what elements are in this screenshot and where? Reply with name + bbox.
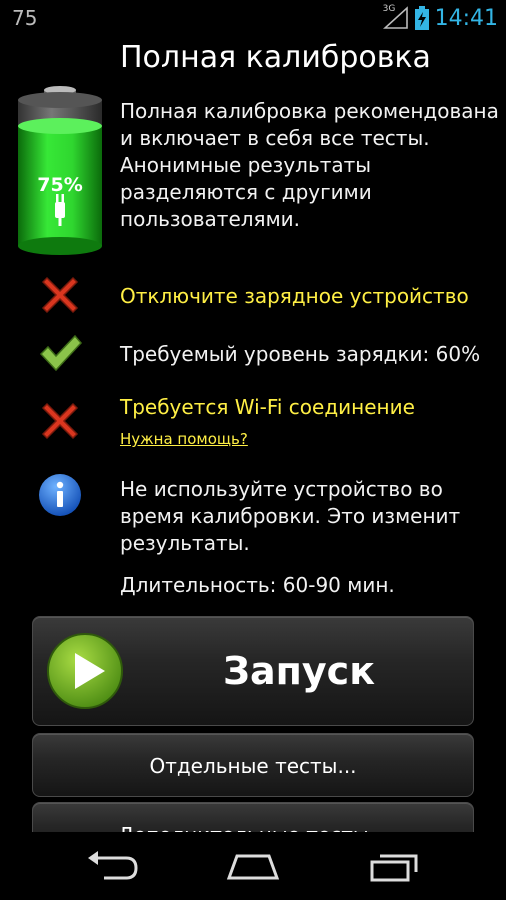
description-line: разделяются с другими <box>120 180 372 204</box>
notification-count: 75 <box>12 6 38 30</box>
info-icon <box>37 472 83 518</box>
individual-tests-button[interactable]: Отдельные тесты... <box>32 733 474 797</box>
info-line: Не используйте устройство во <box>120 477 443 501</box>
description-line: и включает в себя все тесты. <box>120 126 430 150</box>
battery-percent: 75% <box>37 174 83 196</box>
red-cross-icon <box>37 272 83 318</box>
navigation-bar <box>0 832 506 900</box>
charger-status: Отключите зарядное устройство <box>120 284 469 308</box>
charge-level-status: Требуемый уровень зарядки: 60% <box>120 342 481 366</box>
red-cross-icon <box>37 398 83 444</box>
page-title: Полная калибровка <box>120 40 431 75</box>
info-line: результаты. <box>120 531 250 555</box>
description-line: Полная калибровка рекомендована <box>120 99 499 123</box>
duration-text: Длительность: 60-90 мин. <box>120 573 395 597</box>
clock: 14:41 <box>434 5 498 31</box>
battery-graphic: 75% <box>14 86 106 258</box>
wifi-status: Требуется Wi-Fi соединение <box>120 395 415 419</box>
home-icon[interactable] <box>223 848 283 884</box>
info-line: время калибровки. Это изменит <box>120 504 461 528</box>
signal-icon: 3G <box>382 4 409 30</box>
status-icons: 3G 14:41 <box>382 3 498 33</box>
description-line: Анонимные результаты <box>120 153 372 177</box>
play-icon <box>45 631 125 711</box>
description-line: пользователями. <box>120 207 301 231</box>
description: Полная калибровка рекомендована и включа… <box>120 98 506 233</box>
info-text: Не используйте устройство во время калиб… <box>120 476 460 557</box>
start-button[interactable]: Запуск <box>32 616 474 726</box>
status-bar: 75 3G 14:41 <box>0 0 506 36</box>
start-button-label: Запуск <box>223 649 375 693</box>
green-check-icon <box>37 330 83 376</box>
back-icon[interactable] <box>82 848 142 884</box>
individual-tests-label: Отдельные тесты... <box>149 754 357 778</box>
network-type: 3G <box>382 4 396 14</box>
help-link[interactable]: Нужна помощь? <box>120 430 248 448</box>
recent-apps-icon[interactable] <box>364 848 424 884</box>
battery-charging-icon <box>414 6 429 30</box>
